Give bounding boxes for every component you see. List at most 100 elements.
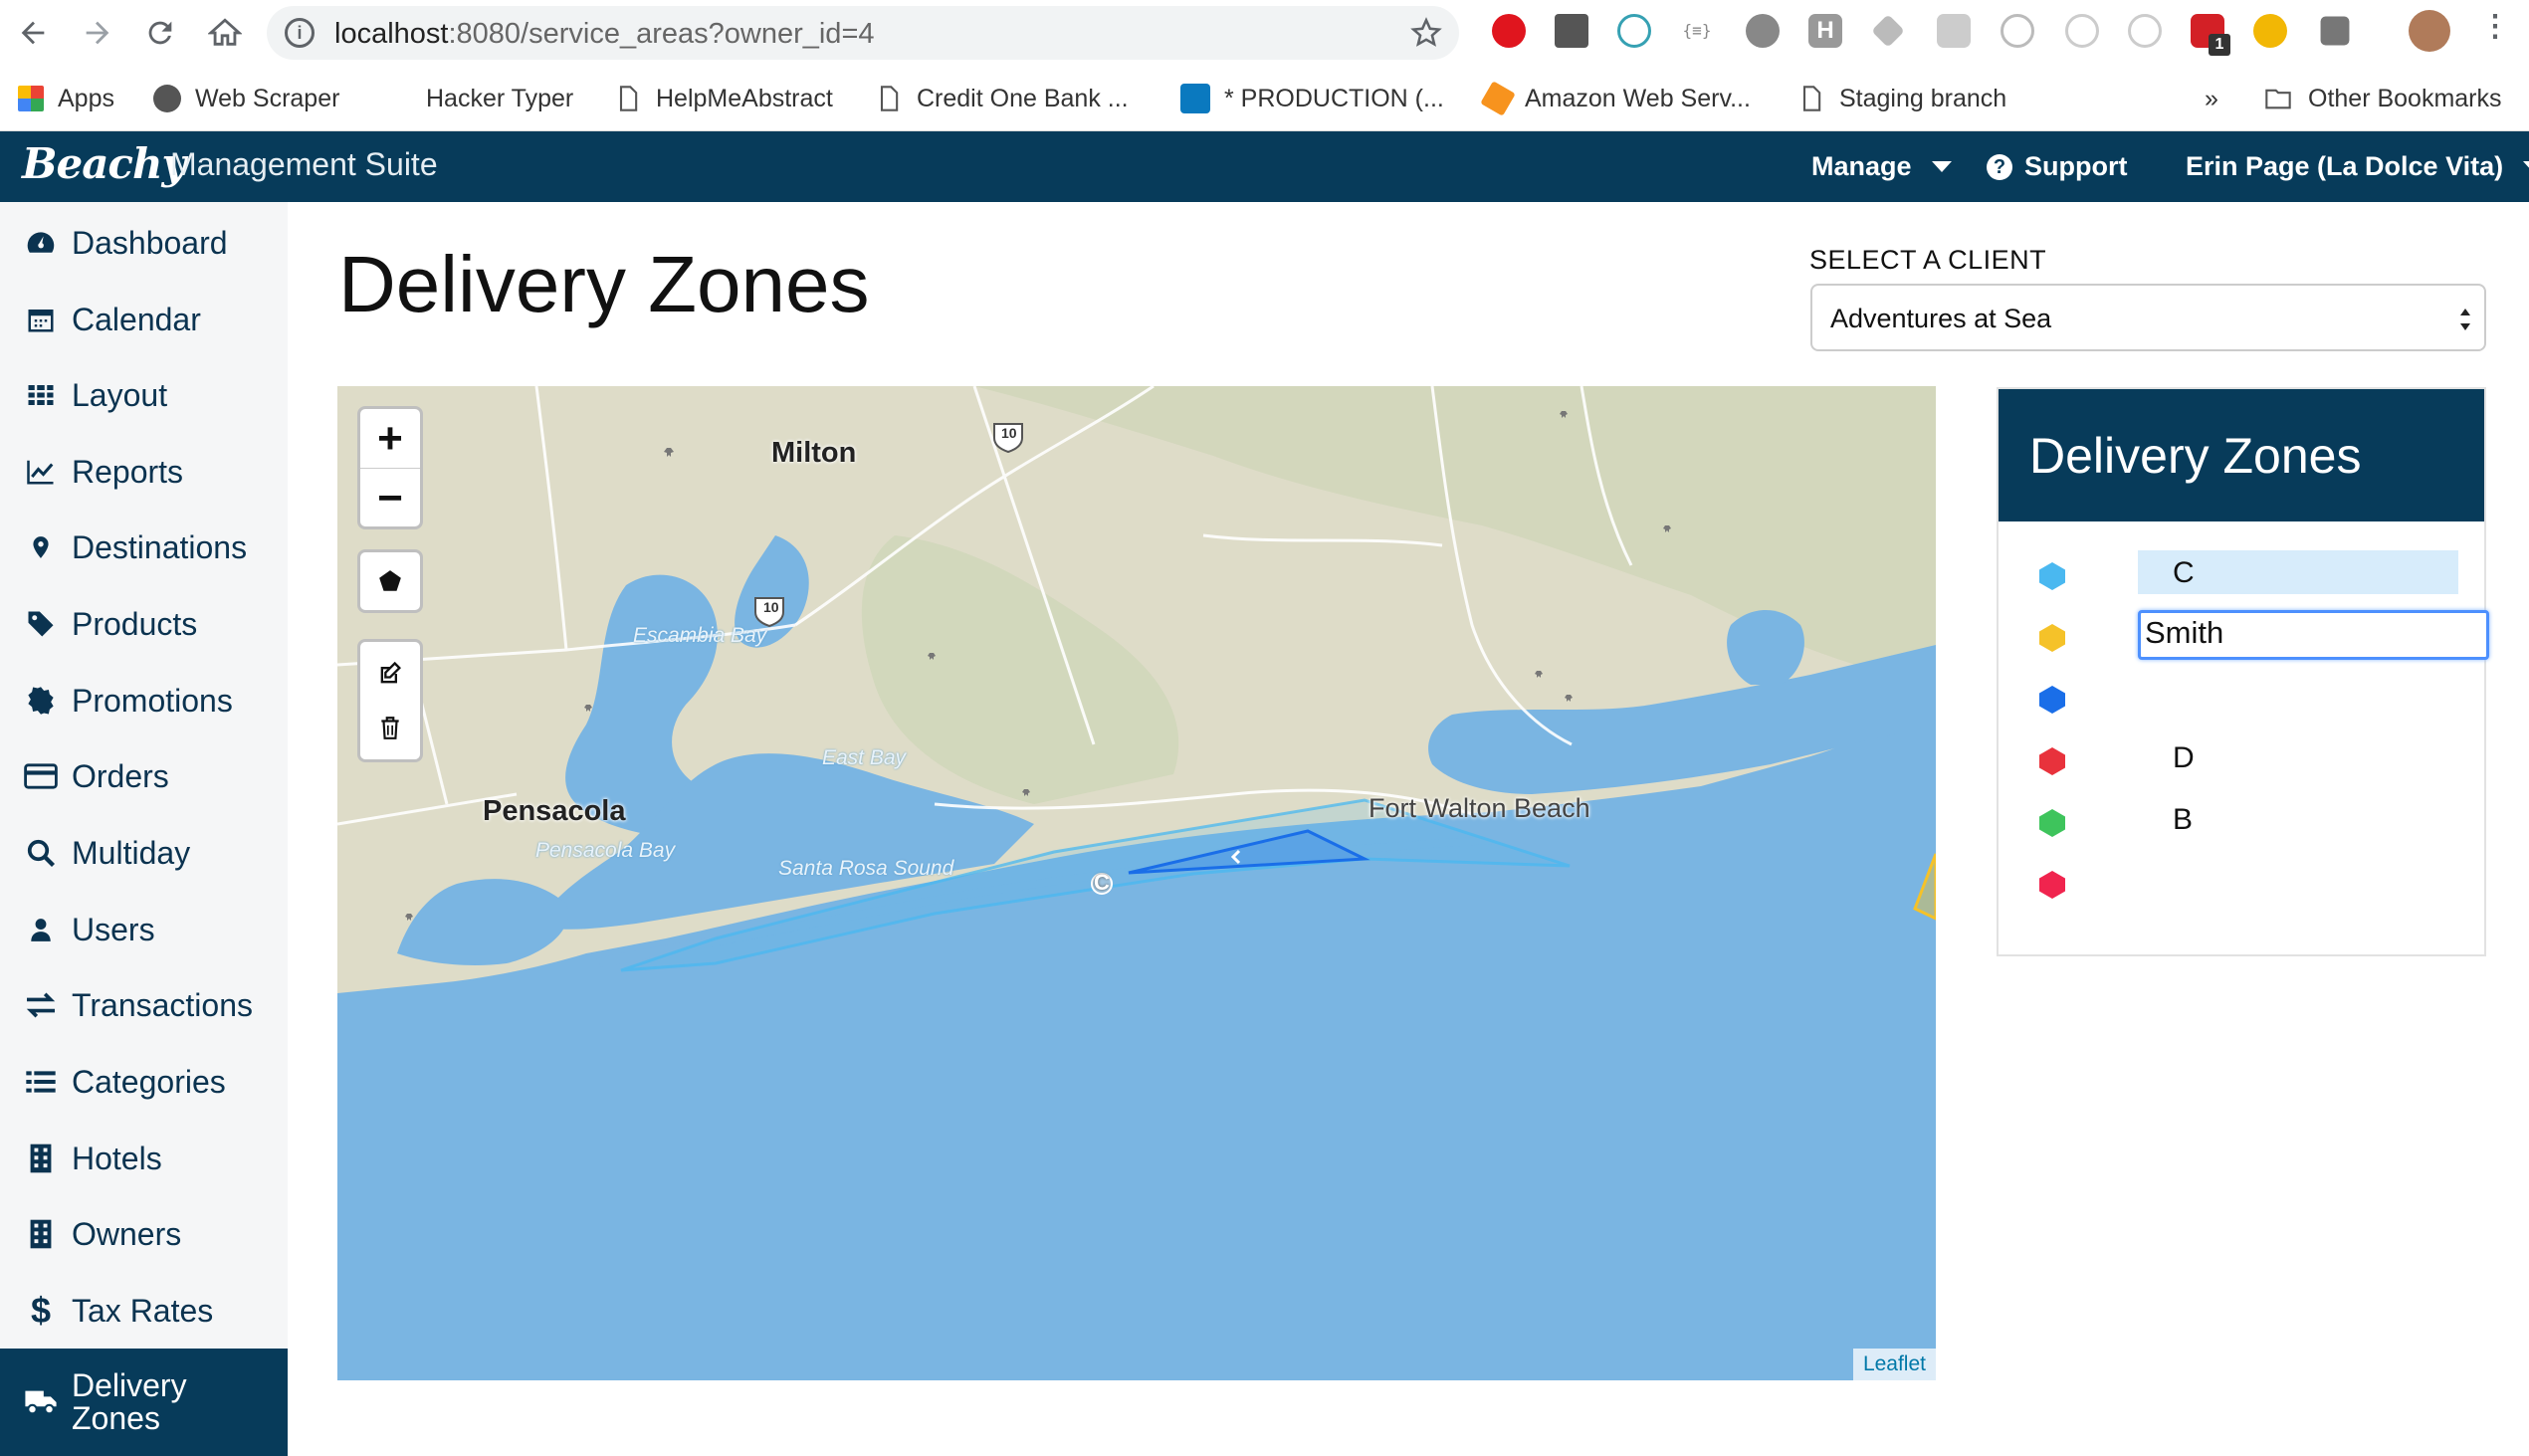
building-icon — [24, 1217, 58, 1251]
bookmark-star-icon[interactable] — [1409, 16, 1443, 50]
zone-name[interactable]: C — [2173, 556, 2195, 590]
page-icon — [619, 86, 638, 111]
zone-name[interactable]: D — [2173, 741, 2195, 775]
zone-row[interactable]: B — [1999, 793, 2484, 853]
zoom-out-button[interactable]: − — [360, 469, 420, 527]
bookmark-label: Other Bookmarks — [2308, 84, 2502, 112]
bookmark-staging[interactable]: Staging branch — [1797, 80, 2006, 117]
atom-extension-icon[interactable] — [2065, 14, 2099, 48]
sidebar-item-categories[interactable]: Categories — [0, 1047, 288, 1117]
bookmark-credit-one[interactable]: Credit One Bank ... — [875, 80, 1129, 117]
user-icon — [24, 913, 58, 946]
bookmark-apps[interactable]: Apps — [18, 80, 114, 117]
bookmark-label: * PRODUCTION (... — [1224, 84, 1444, 112]
leaflet-attribution-link[interactable]: Leaflet — [1852, 1349, 1936, 1380]
zone-name[interactable]: B — [2173, 803, 2193, 837]
bookmarks-bar: Apps Web Scraper Hacker Typer HelpMeAbst… — [0, 66, 2529, 131]
moon-extension-icon[interactable] — [2253, 14, 2287, 48]
trello-icon — [1180, 84, 1210, 113]
more-bookmarks-button[interactable]: » — [2205, 80, 2218, 117]
sidebar-item-users[interactable]: Users — [0, 895, 288, 964]
dropbox-extension-icon[interactable] — [1871, 14, 1905, 48]
info-icon[interactable]: i — [285, 18, 315, 48]
client-select-value: Adventures at Sea — [1830, 304, 2052, 333]
sidebar-item-destinations[interactable]: Destinations — [0, 513, 288, 582]
sidebar-item-promotions[interactable]: Promotions — [0, 666, 288, 735]
zone-row[interactable]: C — [1999, 546, 2484, 606]
circle-extension-icon[interactable] — [1746, 14, 1780, 48]
bookmark-production[interactable]: * PRODUCTION (... — [1180, 80, 1444, 117]
sidebar-item-hotels[interactable]: Hotels — [0, 1124, 288, 1193]
draw-polygon-button[interactable] — [357, 549, 423, 613]
map-label-fort-walton-beach: Fort Walton Beach — [1369, 793, 1590, 823]
react-extension-icon[interactable] — [1617, 14, 1651, 48]
zoom-in-button[interactable]: + — [360, 409, 420, 468]
manage-label: Manage — [1811, 151, 1912, 181]
sidebar-item-calendar[interactable]: Calendar — [0, 285, 288, 354]
trash-icon[interactable] — [377, 714, 403, 741]
building-icon — [24, 1142, 58, 1175]
url-text[interactable]: localhost:8080/service_areas?owner_id=4 — [334, 18, 875, 51]
bookmark-aws[interactable]: Amazon Web Serv... — [1480, 80, 1751, 117]
sidebar-item-multiday[interactable]: Multiday — [0, 818, 288, 888]
sidebar-item-reports[interactable]: Reports — [0, 437, 288, 507]
bookmark-web-scraper[interactable]: Web Scraper — [153, 80, 339, 117]
forward-icon[interactable] — [75, 10, 120, 56]
zone-row[interactable] — [1999, 670, 2484, 729]
support-link[interactable]: ? Support — [1987, 151, 2127, 182]
zone-marker-label[interactable]: C — [1094, 870, 1110, 896]
zones-panel-header: Delivery Zones — [1999, 389, 2484, 521]
zone-name-input[interactable]: Smith — [2138, 610, 2489, 660]
calendar-extension-icon[interactable]: 1 — [2191, 14, 2230, 56]
adblock-extension-icon[interactable] — [1492, 14, 1526, 48]
zone-row[interactable]: Smith — [1999, 608, 2489, 668]
zones-panel-title: Delivery Zones — [2029, 428, 2362, 484]
address-bar[interactable]: i localhost:8080/service_areas?owner_id=… — [267, 6, 1459, 60]
other-bookmarks[interactable]: Other Bookmarks — [2262, 80, 2502, 117]
zone-row[interactable] — [1999, 855, 2484, 915]
sidebar-item-delivery-zones[interactable]: Delivery Zones — [0, 1349, 288, 1456]
reload-icon[interactable] — [137, 10, 183, 56]
home-icon[interactable] — [202, 10, 248, 56]
manage-menu[interactable]: Manage — [1811, 151, 1952, 182]
map[interactable]: Milton Pensacola Escambia Bay East Bay P… — [337, 386, 1936, 1380]
sidebar-item-label: Multiday — [72, 834, 191, 871]
chat-extension-icon[interactable] — [1937, 14, 1971, 48]
sidebar-item-orders[interactable]: Orders — [0, 741, 288, 811]
json-extension-icon[interactable]: {≡} — [1680, 14, 1714, 48]
brand-logo[interactable]: Beachy — [22, 139, 186, 188]
zone-row[interactable]: D — [1999, 731, 2484, 791]
chart-icon — [24, 455, 58, 489]
bookmark-hacker-typer[interactable]: Hacker Typer — [426, 80, 573, 117]
h-extension-icon[interactable]: H — [1808, 14, 1842, 48]
bookmark-label: Staging branch — [1839, 84, 2007, 112]
sidebar-item-label: Layout — [72, 376, 168, 413]
client-select[interactable]: Adventures at Sea — [1810, 284, 2486, 351]
u-extension-icon[interactable] — [2001, 14, 2034, 48]
bookmark-label: Credit One Bank ... — [917, 84, 1129, 112]
sidebar-item-transactions[interactable]: Transactions — [0, 970, 288, 1040]
sidebar-item-owners[interactable]: Owners — [0, 1199, 288, 1269]
user-menu[interactable]: Erin Page (La Dolce Vita) — [2186, 151, 2529, 182]
extension-badge: 1 — [2209, 34, 2230, 56]
question-circle-icon: ? — [1987, 153, 2012, 180]
kebab-menu-icon[interactable]: ⋮ — [2478, 12, 2512, 48]
bookmark-helpmeabstract[interactable]: HelpMeAbstract — [614, 80, 833, 117]
map-label-pensacola-bay: Pensacola Bay — [535, 839, 676, 862]
map-label-milton: Milton — [771, 437, 857, 469]
map-tiles — [337, 386, 1936, 993]
profile-avatar[interactable] — [2409, 10, 2450, 52]
angular-extension-icon[interactable] — [1555, 14, 1588, 48]
camera-extension-icon[interactable] — [2320, 16, 2350, 46]
truck-icon — [24, 1385, 58, 1419]
sidebar-item-tax-rates[interactable]: $ Tax Rates — [0, 1276, 288, 1346]
sidebar-item-products[interactable]: Products — [0, 589, 288, 659]
support-label: Support — [2024, 151, 2128, 181]
sidebar-item-dashboard[interactable]: Dashboard — [0, 208, 288, 278]
back-icon[interactable] — [10, 10, 56, 56]
sidebar-item-label: Hotels — [72, 1140, 162, 1176]
edit-icon[interactable] — [376, 660, 404, 688]
target-extension-icon[interactable] — [2128, 14, 2162, 48]
search-icon — [24, 836, 58, 870]
sidebar-item-layout[interactable]: Layout — [0, 360, 288, 430]
